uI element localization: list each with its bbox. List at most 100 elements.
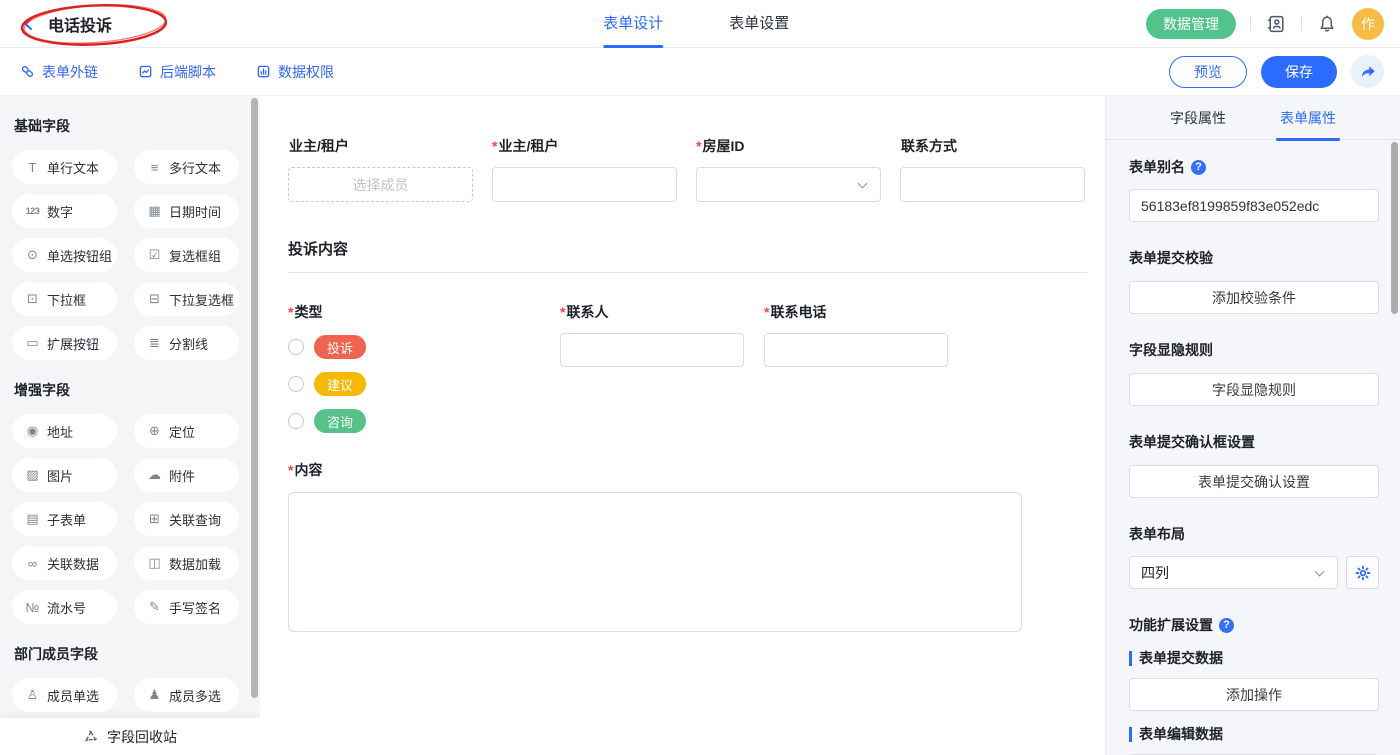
tab-form-properties[interactable]: 表单属性 (1280, 96, 1336, 140)
share-button[interactable] (1351, 55, 1384, 88)
field-recycle-bin[interactable]: 字段回收站 (0, 718, 260, 755)
section-heading-member-fields: 部门成员字段 (14, 644, 260, 664)
text-input-box[interactable] (560, 333, 744, 367)
option-tag-consult[interactable]: 咨询 (314, 409, 366, 433)
sidebar-item-serial-number[interactable]: №流水号 (12, 590, 117, 624)
sidebar-item-handwritten-signature[interactable]: ✎手写签名 (134, 590, 239, 624)
panel-scrollbar[interactable] (1391, 142, 1398, 314)
field-owner-tenant-member[interactable]: 业主/租户 选择成员 (288, 136, 473, 202)
enhanced-fields-grid: ◉地址 ⊕定位 ▨图片 ☁附件 ▤子表单 ⊞关联查询 ∞关联数据 ◫数据加载 №… (12, 414, 260, 624)
form-alias-input[interactable] (1129, 189, 1379, 222)
content-textarea-box[interactable] (288, 492, 1022, 632)
layout-settings-button[interactable] (1346, 556, 1379, 589)
sidebar-item-multi-line-text[interactable]: ≡多行文本 (134, 150, 239, 184)
backend-script-button[interactable]: 后端脚本 (138, 62, 216, 82)
avatar[interactable]: 作 (1352, 8, 1384, 40)
form-field-row: *类型 投诉 建议 咨询 *联系人 (288, 302, 1087, 433)
save-button[interactable]: 保存 (1261, 56, 1337, 88)
contact-book-icon[interactable] (1265, 13, 1287, 35)
submit-confirm-settings-button[interactable]: 表单提交确认设置 (1129, 465, 1379, 498)
sidebar-item-location[interactable]: ⊕定位 (134, 414, 239, 448)
add-submit-action-button[interactable]: 添加操作 (1129, 678, 1379, 711)
serial-number-icon: № (25, 600, 40, 615)
field-label: 联系电话 (770, 304, 826, 320)
data-permission-button[interactable]: 数据权限 (256, 62, 334, 82)
sidebar-item-attachment[interactable]: ☁附件 (134, 458, 239, 492)
sidebar-item-multi-dropdown[interactable]: ⊟下拉复选框 (134, 282, 239, 316)
radio-option-consult: 咨询 (288, 409, 560, 433)
bell-icon[interactable] (1316, 13, 1338, 35)
back-chevron-icon (21, 16, 37, 32)
field-type-radio-group[interactable]: *类型 投诉 建议 咨询 (288, 302, 560, 433)
sidebar-item-single-line-text[interactable]: T单行文本 (12, 150, 117, 184)
button-icon: ▭ (25, 335, 40, 351)
radio-button[interactable] (288, 376, 304, 392)
field-label: 联系方式 (901, 138, 957, 154)
radio-button[interactable] (288, 413, 304, 429)
form-alias-label: 表单别名 (1129, 157, 1185, 177)
gear-icon (1355, 565, 1371, 581)
sidebar-item-radio-group[interactable]: ⊙单选按钮组 (12, 238, 117, 272)
data-manage-button[interactable]: 数据管理 (1146, 9, 1236, 39)
help-icon[interactable]: ? (1191, 160, 1206, 175)
help-icon[interactable]: ? (1219, 618, 1234, 633)
preview-button[interactable]: 预览 (1169, 56, 1247, 88)
sidebar-item-datetime[interactable]: ▦日期时间 (134, 194, 239, 228)
sidebar-item-divider-line[interactable]: ≣分割线 (134, 326, 239, 360)
sidebar-item-related-data[interactable]: ∞关联数据 (12, 546, 117, 580)
sidebar-item-checkbox-group[interactable]: ☑复选框组 (134, 238, 239, 272)
option-tag-complaint[interactable]: 投诉 (314, 335, 366, 359)
field-content-textarea[interactable]: *内容 (288, 460, 1087, 632)
image-icon: ▨ (25, 467, 40, 483)
divider-icon: ≣ (147, 335, 162, 351)
header-right: 数据管理 作 (1146, 8, 1384, 40)
field-visibility-rules-button[interactable]: 字段显隐规则 (1129, 373, 1379, 406)
text-input-box[interactable] (764, 333, 948, 367)
sidebar-item-sub-form[interactable]: ▤子表单 (12, 502, 117, 536)
member-picker-box[interactable]: 选择成员 (288, 167, 473, 202)
form-layout-row: 四列 (1129, 556, 1379, 589)
field-contact-phone[interactable]: *联系电话 (764, 302, 968, 433)
toolbar-link-label: 表单外链 (42, 62, 98, 82)
add-validation-condition-button[interactable]: 添加校验条件 (1129, 281, 1379, 314)
sidebar-item-member-multi[interactable]: ♟成员多选 (134, 678, 239, 712)
header-tabs: 表单设计 表单设置 (603, 0, 789, 48)
sidebar-item-number[interactable]: 123数字 (12, 194, 117, 228)
sidebar-item-address[interactable]: ◉地址 (12, 414, 117, 448)
properties-panel: 字段属性 表单属性 表单别名 ? 表单提交校验 添加校验条件 字段显隐规则 字段… (1105, 96, 1400, 755)
form-layout-select[interactable]: 四列 (1129, 556, 1338, 589)
radio-button[interactable] (288, 339, 304, 355)
sidebar-item-extend-button[interactable]: ▭扩展按钮 (12, 326, 117, 360)
tab-field-properties[interactable]: 字段属性 (1170, 96, 1226, 140)
field-house-id[interactable]: *房屋ID (696, 136, 881, 202)
form-alias-label-row: 表单别名 ? (1129, 157, 1379, 177)
app-header: 电话投诉 表单设计 表单设置 数据管理 (0, 0, 1400, 48)
house-id-select[interactable] (696, 167, 881, 202)
text-input-box[interactable] (900, 167, 1085, 202)
field-owner-tenant-text[interactable]: *业主/租户 (492, 136, 677, 202)
dropdown-icon: ⊡ (25, 291, 40, 307)
option-tag-suggestion[interactable]: 建议 (314, 372, 366, 396)
tab-form-design[interactable]: 表单设计 (603, 0, 663, 48)
person-icon: ♙ (25, 687, 40, 703)
sidebar-item-related-query[interactable]: ⊞关联查询 (134, 502, 239, 536)
form-canvas[interactable]: 业主/租户 选择成员 *业主/租户 *房屋ID 联系方式 投诉内容 (260, 96, 1105, 755)
form-external-link-button[interactable]: 表单外链 (20, 62, 98, 82)
chain-icon: ∞ (25, 556, 40, 571)
multi-dropdown-icon: ⊟ (147, 291, 162, 307)
sidebar-item-member-single[interactable]: ♙成员单选 (12, 678, 117, 712)
form-designer-app: 电话投诉 表单设计 表单设置 数据管理 (0, 0, 1400, 755)
radio-option-complaint: 投诉 (288, 335, 560, 359)
sidebar-item-data-load[interactable]: ◫数据加载 (134, 546, 239, 580)
tab-form-settings[interactable]: 表单设置 (729, 0, 789, 48)
sidebar-item-image[interactable]: ▨图片 (12, 458, 117, 492)
field-contact-person[interactable]: *联系人 (560, 302, 764, 433)
field-library-sidebar: 基础字段 T单行文本 ≡多行文本 123数字 ▦日期时间 ⊙单选按钮组 ☑复选框… (0, 96, 260, 755)
form-submit-data-label: 表单提交数据 (1129, 651, 1379, 666)
sidebar-scrollbar[interactable] (251, 98, 258, 698)
sidebar-item-dropdown[interactable]: ⊡下拉框 (12, 282, 117, 316)
text-input-box[interactable] (492, 167, 677, 202)
field-contact-method[interactable]: 联系方式 (900, 136, 1085, 202)
back-button[interactable] (20, 15, 38, 33)
page-title: 电话投诉 (48, 12, 112, 36)
